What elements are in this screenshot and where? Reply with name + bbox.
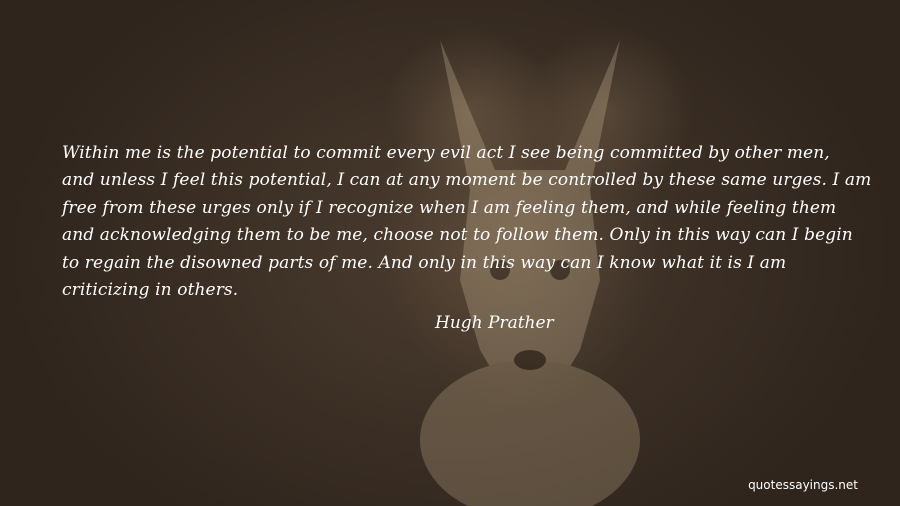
quote-line: Within me is the potential to commit eve… [62,143,830,163]
quote-line: criticizing in others. [62,280,239,301]
quote-line: free from these urges only if I recogniz… [62,197,837,218]
quote-author: Hugh Prather [435,313,554,333]
site-watermark: quotessayings.net [748,478,858,492]
quote-text: Within me is the potential to commit eve… [62,140,872,304]
quote-line: and unless I feel this potential, I can … [62,170,872,191]
quote-line: and acknowledging them to be me, choose … [62,225,853,246]
quote-line: to regain the disowned parts of me. And … [62,252,787,273]
